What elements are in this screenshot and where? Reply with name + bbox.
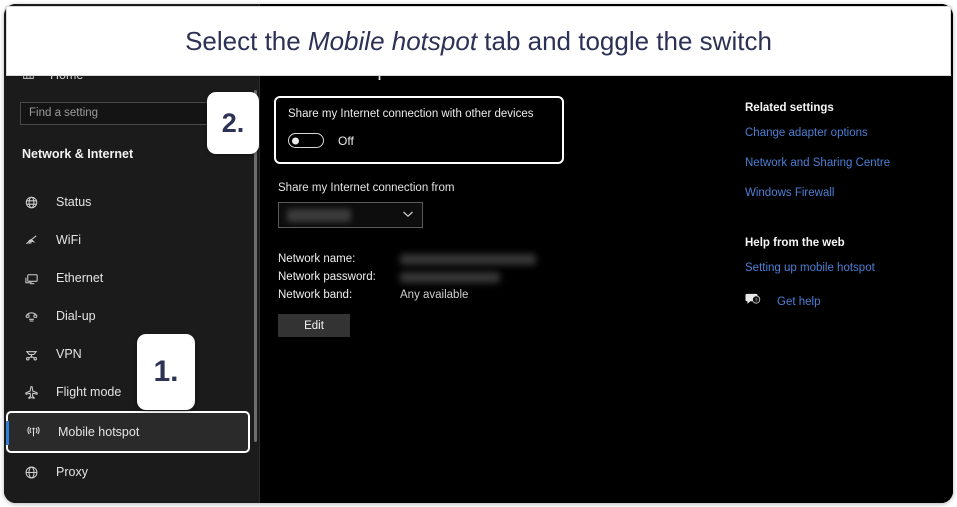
detail-row: Network name: <box>278 250 536 268</box>
sidebar-item-label: Mobile hotspot <box>58 425 140 439</box>
toggle-state-label: Off <box>338 133 354 148</box>
windows-settings-window: Home Network & Internet Status <box>4 4 953 503</box>
instruction-emphasis: Mobile hotspot <box>307 25 478 56</box>
share-from-value-redacted <box>287 208 351 222</box>
sidebar-item-label: Ethernet <box>56 271 104 285</box>
network-details: Network name: Network password: Network … <box>278 250 536 304</box>
link-change-adapter-options[interactable]: Change adapter options <box>745 127 953 139</box>
get-help-row[interactable]: ? Get help <box>745 292 953 311</box>
toggle-knob <box>292 137 299 144</box>
detail-key: Network band: <box>278 289 353 301</box>
edit-button[interactable]: Edit <box>278 314 350 337</box>
detail-key: Network name: <box>278 253 356 265</box>
mobile-hotspot-panel: Mobile hotspot Share my Internet connect… <box>260 4 953 503</box>
sidebar-item-label: VPN <box>56 347 82 361</box>
related-settings-column: Related settings Change adapter options … <box>745 102 953 311</box>
detail-key: Network password: <box>278 271 376 283</box>
share-connection-card: Share my Internet connection with other … <box>274 96 564 164</box>
sidebar-item-mobile-hotspot[interactable]: Mobile hotspot <box>6 411 250 453</box>
sidebar-item-label: WiFi <box>56 233 81 247</box>
help-from-web-heading: Help from the web <box>745 237 845 249</box>
instruction-banner: Select the Mobile hotspot tab and toggle… <box>6 6 951 76</box>
instruction-text-before: Select the <box>185 25 308 56</box>
airplane-icon <box>20 385 42 400</box>
network-password-redacted <box>400 271 500 283</box>
detail-row: Network band: Any available <box>278 286 536 304</box>
selection-accent-bar <box>6 421 9 445</box>
sidebar-item-label: Status <box>56 195 92 209</box>
vpn-network-icon <box>20 347 42 362</box>
sidebar-item-vpn[interactable]: VPN <box>4 335 260 373</box>
link-windows-firewall[interactable]: Windows Firewall <box>745 187 953 199</box>
svg-text:?: ? <box>755 298 758 304</box>
detail-value: Any available <box>400 289 469 301</box>
share-toggle-label: Share my Internet connection with other … <box>288 108 534 120</box>
sidebar-item-wifi[interactable]: WiFi <box>4 221 260 259</box>
share-from-label: Share my Internet connection from <box>278 182 455 194</box>
callout-badge-step-2: 2. <box>207 92 259 154</box>
wifi-icon <box>20 233 42 248</box>
column-spacer <box>745 217 953 237</box>
globe-icon <box>20 465 42 480</box>
sidebar-nav-list: Status WiFi Ethernet Dial-up VPN Flight … <box>4 183 260 491</box>
sidebar-item-status[interactable]: Status <box>4 183 260 221</box>
screenshot-frame: Home Network & Internet Status <box>4 4 953 503</box>
instruction-text: Select the Mobile hotspot tab and toggle… <box>185 26 772 57</box>
link-network-sharing-centre[interactable]: Network and Sharing Centre <box>745 157 953 169</box>
related-settings-heading: Related settings <box>745 102 834 114</box>
link-get-help[interactable]: Get help <box>777 296 820 308</box>
settings-sidebar: Home Network & Internet Status <box>4 4 260 503</box>
detail-row: Network password: <box>278 268 536 286</box>
monitor-icon <box>20 271 42 286</box>
help-bubble-icon: ? <box>745 292 761 311</box>
sidebar-item-ethernet[interactable]: Ethernet <box>4 259 260 297</box>
telephone-icon <box>20 309 42 324</box>
share-toggle-row: Off <box>288 133 550 148</box>
sidebar-item-dialup[interactable]: Dial-up <box>4 297 260 335</box>
sidebar-item-label: Proxy <box>56 465 88 479</box>
chevron-down-icon <box>402 210 414 221</box>
link-setting-up-mobile-hotspot[interactable]: Setting up mobile hotspot <box>745 262 953 274</box>
sidebar-item-label: Flight mode <box>56 385 122 399</box>
sidebar-item-label: Dial-up <box>56 309 96 323</box>
sidebar-item-flight-mode[interactable]: Flight mode <box>4 373 260 411</box>
share-connection-toggle[interactable] <box>288 133 324 148</box>
network-name-redacted <box>400 253 536 265</box>
instruction-text-after: tab and toggle the switch <box>477 25 772 56</box>
globe-status-icon <box>20 195 42 210</box>
sidebar-item-proxy[interactable]: Proxy <box>4 453 260 491</box>
share-from-dropdown[interactable] <box>278 202 423 228</box>
callout-badge-step-1: 1. <box>137 334 195 410</box>
broadcast-icon <box>22 425 44 440</box>
